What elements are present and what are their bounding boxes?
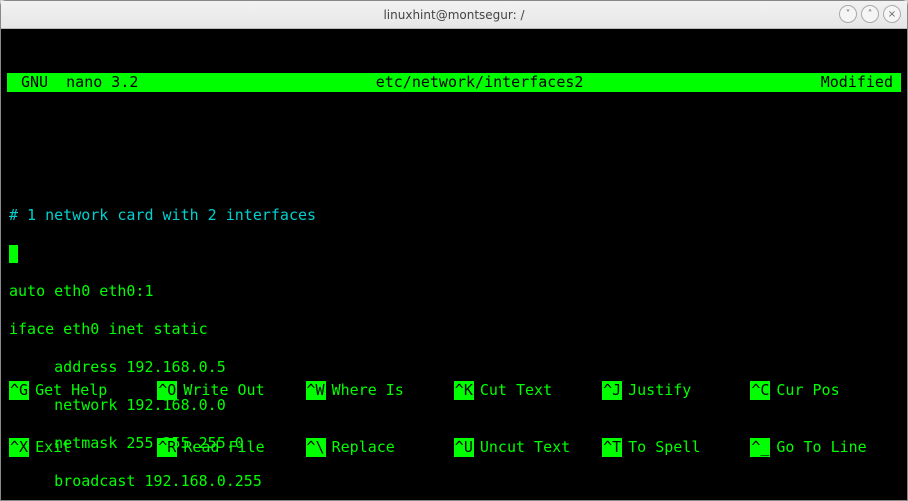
shortcut-justify[interactable]: ^J Justify bbox=[602, 381, 750, 400]
nano-header: GNU nano 3.2 etc/network/interfaces2 Mod… bbox=[7, 73, 901, 92]
shortcut-cur-pos[interactable]: ^C Cur Pos bbox=[750, 381, 898, 400]
cursor-line bbox=[9, 244, 907, 263]
shortcut-get-help[interactable]: ^G Get Help bbox=[9, 381, 157, 400]
shortcut-label: Justify bbox=[628, 381, 691, 400]
shortcut-uncut-text[interactable]: ^U Uncut Text bbox=[454, 438, 602, 457]
shortcut-key: ^R bbox=[157, 438, 177, 457]
shortcut-label: Cur Pos bbox=[776, 381, 839, 400]
shortcut-key: ^U bbox=[454, 438, 474, 457]
shortcut-label: Read File bbox=[183, 438, 264, 457]
shortcut-key: ^G bbox=[9, 381, 29, 400]
shortcut-read-file[interactable]: ^R Read File bbox=[157, 438, 305, 457]
editor-comment-line: # 1 network card with 2 interfaces bbox=[9, 206, 907, 225]
shortcut-exit[interactable]: ^X Exit bbox=[9, 438, 157, 457]
shortcut-bar: ^G Get Help ^O Write Out ^W Where Is ^K Cut … bbox=[9, 343, 899, 495]
maximize-button[interactable]: ˄ bbox=[861, 5, 879, 23]
shortcut-key: ^\ bbox=[306, 438, 326, 457]
shortcut-key: ^T bbox=[602, 438, 622, 457]
shortcut-where-is[interactable]: ^W Where Is bbox=[306, 381, 454, 400]
terminal-window: linuxhint@montsegur: / ˅ ˄ × GNU nano 3.… bbox=[0, 0, 908, 501]
shortcut-replace[interactable]: ^\ Replace bbox=[306, 438, 454, 457]
shortcut-key: ^W bbox=[306, 381, 326, 400]
text-cursor bbox=[9, 245, 18, 263]
shortcut-label: Exit bbox=[35, 438, 71, 457]
shortcut-label: Get Help bbox=[35, 381, 107, 400]
shortcut-label: Where Is bbox=[332, 381, 404, 400]
shortcut-label: Uncut Text bbox=[480, 438, 570, 457]
shortcut-key: ^X bbox=[9, 438, 29, 457]
shortcut-key: ^K bbox=[454, 381, 474, 400]
window-titlebar: linuxhint@montsegur: / ˅ ˄ × bbox=[1, 1, 907, 29]
editor-line: auto eth0 eth0:1 bbox=[9, 282, 907, 301]
shortcut-write-out[interactable]: ^O Write Out bbox=[157, 381, 305, 400]
terminal-area[interactable]: GNU nano 3.2 etc/network/interfaces2 Mod… bbox=[1, 29, 907, 500]
nano-status: Modified bbox=[821, 73, 897, 92]
shortcut-key: ^O bbox=[157, 381, 177, 400]
shortcut-to-spell[interactable]: ^T To Spell bbox=[602, 438, 750, 457]
nano-filename: etc/network/interfaces2 bbox=[138, 73, 820, 92]
minimize-button[interactable]: ˅ bbox=[839, 5, 857, 23]
close-button[interactable]: × bbox=[883, 5, 901, 23]
shortcut-label: Write Out bbox=[183, 381, 264, 400]
shortcut-go-to-line[interactable]: ^_ Go To Line bbox=[750, 438, 898, 457]
shortcut-label: To Spell bbox=[628, 438, 700, 457]
shortcut-key: ^C bbox=[750, 381, 770, 400]
shortcut-key: ^_ bbox=[750, 438, 770, 457]
shortcut-key: ^J bbox=[602, 381, 622, 400]
window-controls: ˅ ˄ × bbox=[839, 5, 901, 23]
shortcut-label: Go To Line bbox=[776, 438, 866, 457]
window-title: linuxhint@montsegur: / bbox=[383, 8, 524, 22]
shortcut-row-1: ^G Get Help ^O Write Out ^W Where Is ^K Cut … bbox=[9, 381, 899, 400]
shortcut-label: Cut Text bbox=[480, 381, 552, 400]
shortcut-label: Replace bbox=[332, 438, 395, 457]
shortcut-cut-text[interactable]: ^K Cut Text bbox=[454, 381, 602, 400]
shortcut-row-2: ^X Exit ^R Read File ^\ Replace ^U Uncut Tex… bbox=[9, 438, 899, 457]
editor-line: iface eth0 inet static bbox=[9, 320, 907, 339]
nano-version: GNU nano 3.2 bbox=[11, 73, 138, 92]
